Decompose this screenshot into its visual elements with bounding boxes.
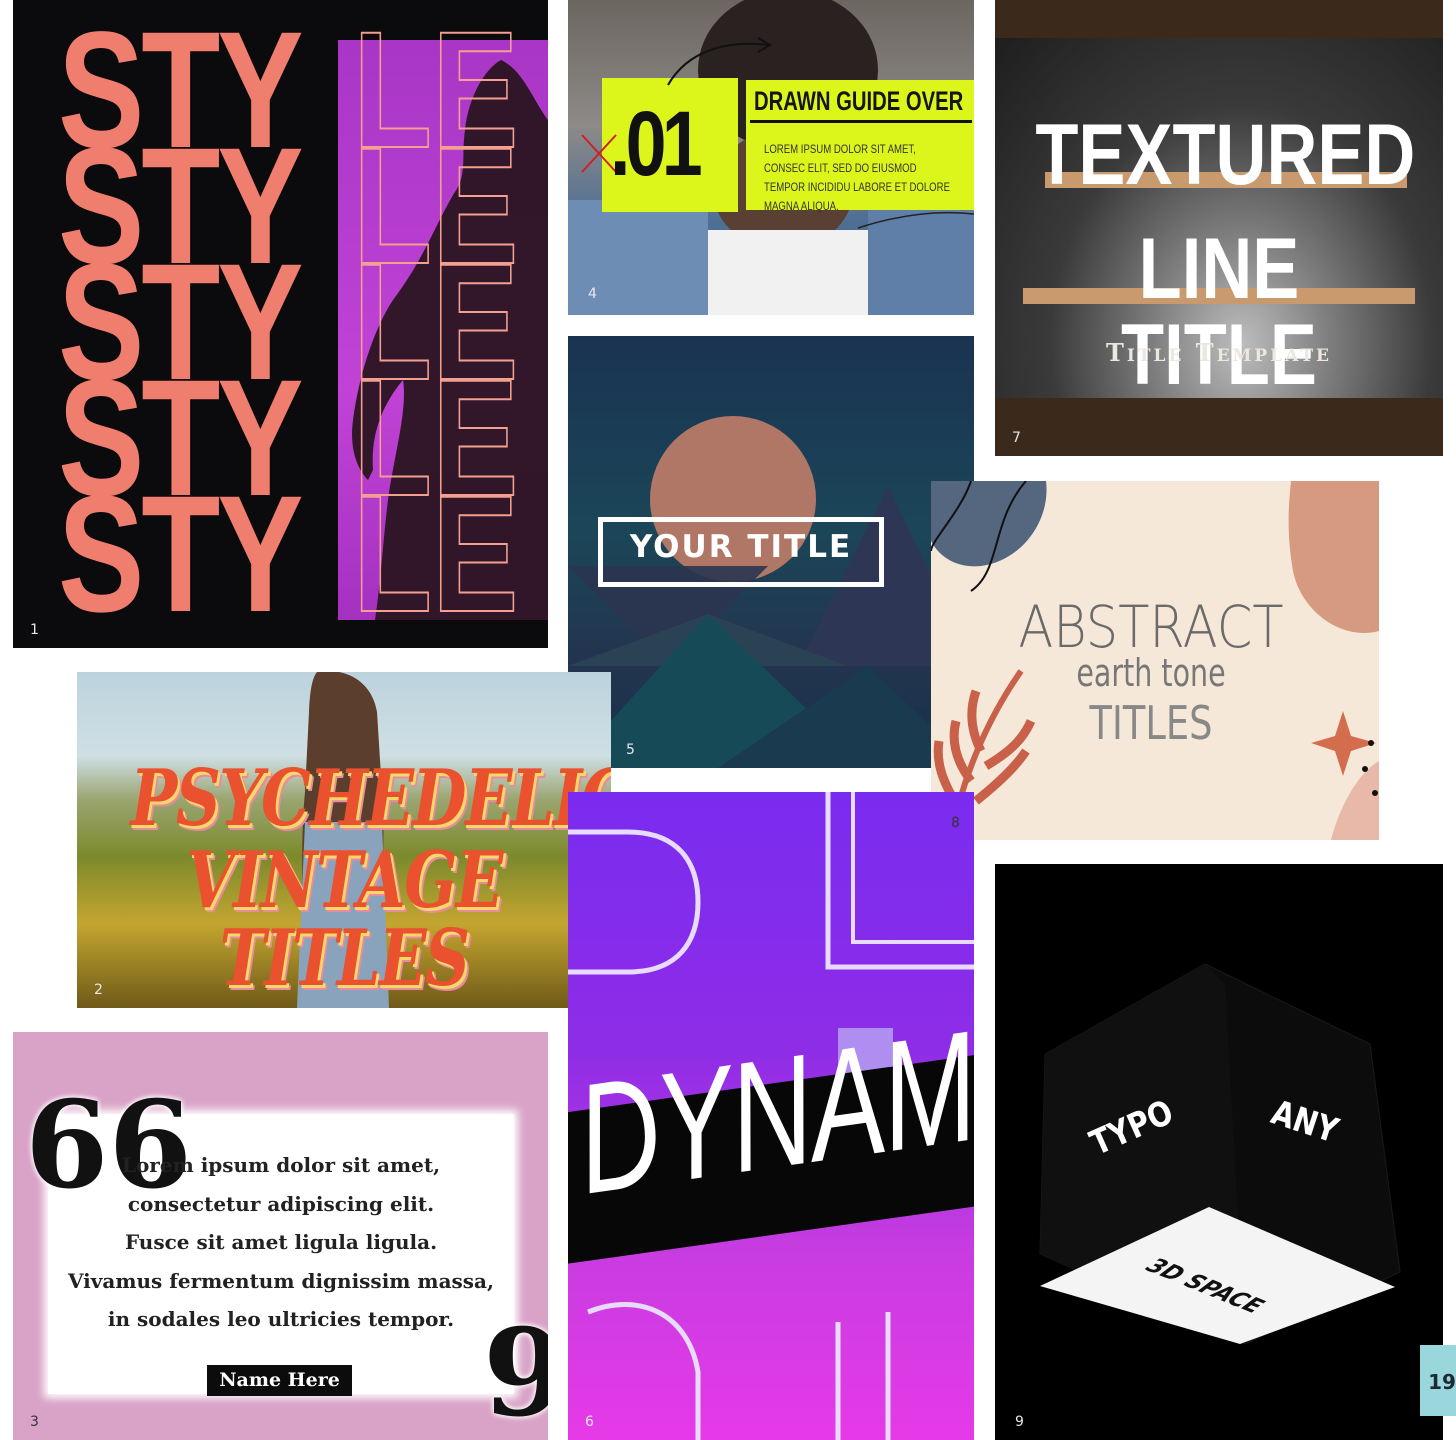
psychedelic-line-1: PSYCHEDELIC: [130, 753, 611, 844]
quote-line: consectetur adipiscing elit.: [127, 1191, 435, 1216]
quote-thumbnail: 66 99 Lorem ipsum dolor sit amet, consec…: [13, 1032, 548, 1440]
drawn-guide-thumbnail: .01 DRAWN GUIDE OVER LOREM IPSUM DOLOR S…: [568, 0, 974, 315]
panel-number: 7: [1012, 430, 1021, 446]
panel-number: 3: [30, 1414, 39, 1430]
page-number-tab: 19: [1420, 1345, 1456, 1416]
panel-number: 4: [588, 286, 597, 302]
panel-number: 5: [626, 742, 635, 758]
3d-space-thumbnail: TYPO ANY 3D SPACE 9: [995, 864, 1443, 1440]
panel-number: 8: [951, 815, 960, 831]
quote-line: in sodales leo ultricies tempor.: [107, 1307, 455, 1331]
psychedelic-vintage-thumbnail: PSYCHEDELIC VINTAGE TITLES 2: [77, 672, 611, 1008]
psychedelic-line-2: VINTAGE TITLES: [186, 835, 503, 1004]
abstract-line-2: earth tone: [1076, 651, 1226, 695]
quote-line: Fusce sit amet ligula ligula.: [124, 1230, 438, 1254]
abstract-earth-tone-thumbnail: ABSTRACT earth tone TITLES 8: [931, 481, 1379, 840]
name-tag: Name Here: [207, 1365, 352, 1396]
title-line-1: TEXTURED: [1035, 107, 1416, 203]
title-template-subtitle: Title Template: [1106, 338, 1332, 367]
guide-heading: DRAWN GUIDE OVER: [754, 86, 964, 116]
panel-number: 9: [1015, 1414, 1024, 1430]
quote-line: Lorem ipsum dolor sit amet,: [121, 1153, 441, 1177]
abstract-line-3: TITLES: [1089, 696, 1213, 750]
textured-title-thumbnail: TEXTURED LINE TITLE Title Template 7: [995, 0, 1443, 456]
guide-body: LOREM IPSUM DOLOR SIT AMET, CONSEC ELIT,…: [764, 142, 950, 213]
big-number: .01: [610, 93, 703, 195]
style-thumbnail: STY STY STY STY STY LE LE LE LE LE 1: [13, 0, 548, 648]
page-number: 19: [1428, 1370, 1456, 1394]
panel-number: 2: [94, 982, 103, 998]
dynamic-title-thumbnail: DYNAM 6: [568, 792, 974, 1440]
style-outline-5: LE: [352, 462, 519, 647]
title-line-2: LINE TITLE: [1121, 221, 1317, 403]
your-title-thumbnail: YOUR TITLE 5: [568, 336, 974, 768]
panel-number: 6: [585, 1414, 594, 1430]
your-title-text: YOUR TITLE: [629, 529, 853, 565]
quote-text: Lorem ipsum dolor sit amet, consectetur …: [48, 1146, 514, 1339]
panel-number: 1: [30, 622, 39, 638]
quote-line: Vivamus fermentum dignissim massa,: [68, 1268, 494, 1293]
3d-cube: [1039, 963, 1401, 1345]
style-row-5: STY: [58, 462, 304, 647]
